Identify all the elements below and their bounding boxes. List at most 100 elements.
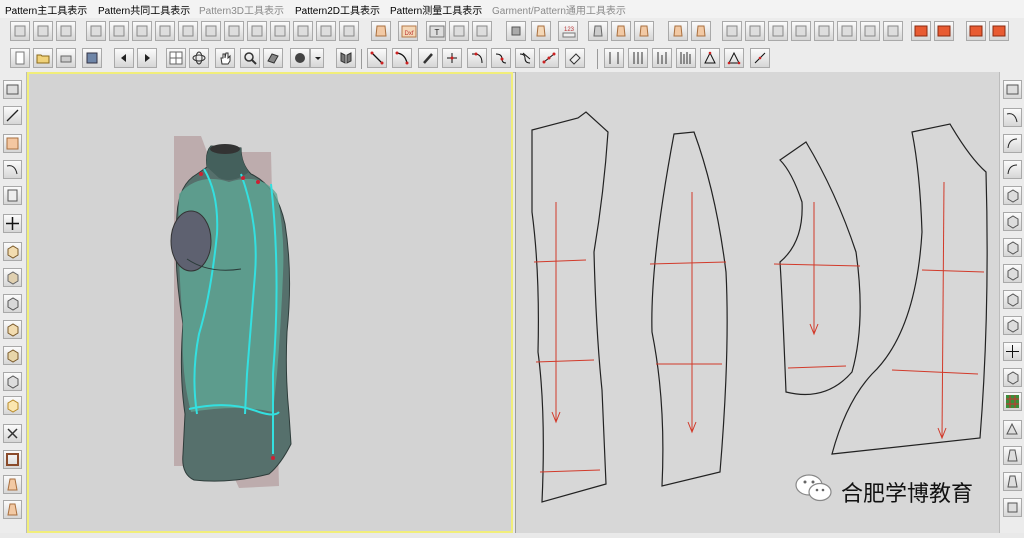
right-tool-button-11[interactable] [1003,342,1022,361]
right-tool-button-16[interactable] [1003,498,1022,517]
toolbar-button-o[interactable] [722,21,742,41]
color-grid-button[interactable] [1003,392,1022,411]
point-line-tool-button[interactable] [539,48,559,68]
toolbar-button-p[interactable] [745,21,765,41]
toolbar-button-r[interactable] [791,21,811,41]
toolbar-button-h[interactable] [247,21,267,41]
ruler-tool-button-b[interactable] [628,48,648,68]
toolbar-button-n[interactable] [472,21,492,41]
right-tool-button-12[interactable] [1003,368,1022,387]
menu-pattern-common-tools[interactable]: Pattern共同工具表示 [98,2,190,17]
cube-view-button-f[interactable] [3,372,22,391]
measure-123-button[interactable]: 123 [558,21,578,41]
hand-pick-button[interactable] [3,134,22,153]
pattern-piece-3[interactable] [773,141,861,396]
pattern-canvas[interactable] [516,72,999,533]
right-tool-button-15[interactable] [1003,472,1022,491]
ruler-tool-button-d[interactable] [676,48,696,68]
curve-tool-button[interactable] [392,48,412,68]
right-tool-button-6[interactable] [1003,212,1022,231]
toolbar-button-e[interactable] [178,21,198,41]
pencil-tool-button[interactable] [418,48,438,68]
symmetry-button[interactable] [336,48,356,68]
new-document-button[interactable] [10,48,30,68]
toolbar-button-f[interactable] [201,21,221,41]
menu-pattern-2d-tools[interactable]: Pattern2D工具表示 [295,2,380,17]
cube-view-button-b[interactable] [3,268,22,287]
dress-form-button-b[interactable] [3,500,22,519]
save-disk-button[interactable] [82,48,102,68]
pattern-piece-2[interactable] [649,131,728,487]
frame-tool-button[interactable] [3,450,22,469]
cube-view-button-g[interactable] [3,396,22,415]
ruler-tool-button-c[interactable] [652,48,672,68]
triangle-tool-button-b[interactable] [724,48,744,68]
cube-view-button-a[interactable] [3,242,22,261]
menu-pattern-measure-tools[interactable]: Pattern测量工具表示 [390,2,482,17]
pattern-piece-1[interactable] [531,111,609,503]
zoom-magnifier-button[interactable] [240,48,260,68]
right-tool-button-13[interactable] [1003,420,1022,439]
toolbar-button-k[interactable] [316,21,336,41]
move-cross-button[interactable] [3,214,22,233]
right-tool-button-14[interactable] [1003,446,1022,465]
image-tool-button-b[interactable] [934,21,954,41]
seam-point[interactable] [271,456,275,460]
curve-edit-button[interactable] [3,160,22,179]
toolbar-button-l[interactable] [339,21,359,41]
open-file-button[interactable] [33,21,53,41]
right-tool-button-5[interactable] [1003,186,1022,205]
image-tool-button-a[interactable] [911,21,931,41]
select-tool-button[interactable] [3,80,22,99]
seam-point[interactable] [256,180,260,184]
dress-form-3d-model[interactable] [29,74,511,531]
print-button[interactable] [56,48,76,68]
garment-button-a[interactable] [588,21,608,41]
toolbar-button-v[interactable] [883,21,903,41]
garment-button-e[interactable] [691,21,711,41]
right-tool-button-8[interactable] [1003,264,1022,283]
toolbar-button-t[interactable] [837,21,857,41]
previous-button[interactable] [114,48,134,68]
text-tool-button[interactable]: T [426,21,446,41]
toolbar-button-j[interactable] [293,21,313,41]
new-file-button[interactable] [10,21,30,41]
dxf-import-button[interactable]: Dxf [398,21,418,41]
toolbar-button-a[interactable] [86,21,106,41]
pan-hand-button[interactable] [215,48,235,68]
multi-curve-tool-button[interactable] [515,48,535,68]
grid-view-button[interactable] [166,48,186,68]
pattern-piece-icon-button[interactable] [371,21,391,41]
toolbar-button-q[interactable] [768,21,788,41]
garment-button-c[interactable] [634,21,654,41]
shading-button[interactable] [263,48,283,68]
seam-point[interactable] [241,176,245,180]
right-tool-button-1[interactable] [1003,80,1022,99]
cube-view-button-d[interactable] [3,320,22,339]
straight-line-tool-button[interactable] [367,48,387,68]
rotate-view-button[interactable] [189,48,209,68]
garment-button-d[interactable] [668,21,688,41]
menu-pattern-3d-tools[interactable]: Pattern3D工具表示 [199,2,284,17]
right-tool-button-4[interactable] [1003,160,1022,179]
dress-form-button[interactable] [3,475,22,494]
right-tool-button-3[interactable] [1003,134,1022,153]
right-tool-button-10[interactable] [1003,316,1022,335]
eraser-tool-button[interactable] [565,48,585,68]
bezier-tool-button[interactable] [467,48,487,68]
pattern-piece-4[interactable] [831,123,988,455]
viewport-3d[interactable] [27,72,513,533]
texture-dropdown-button[interactable] [290,48,310,68]
3d-view-button[interactable] [506,21,526,41]
point-tool-button[interactable] [442,48,462,68]
menu-pattern-main-tools[interactable]: Pattern主工具表示 [5,2,87,17]
line-tool-button[interactable] [3,106,22,125]
cube-view-button-e[interactable] [3,346,22,365]
seam-point[interactable] [199,172,203,176]
triangle-tool-button-a[interactable] [700,48,720,68]
toolbar-button-u[interactable] [860,21,880,41]
toolbar-button-b[interactable] [109,21,129,41]
toolbar-button-d[interactable] [155,21,175,41]
chevron-down-icon[interactable] [310,48,324,68]
avatar-button[interactable] [531,21,551,41]
